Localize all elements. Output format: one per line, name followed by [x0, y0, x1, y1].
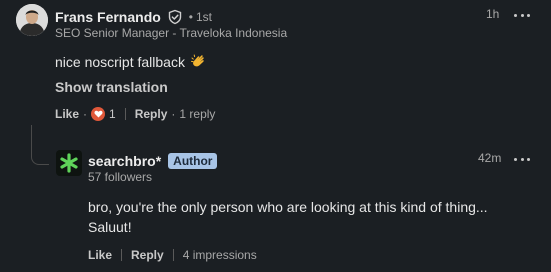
author-headline: SEO Senior Manager - Traveloka Indonesia — [55, 26, 288, 40]
author-badge: Author — [168, 153, 218, 169]
comments-thread: Frans Fernando • 1st SEO Senior Manager … — [0, 0, 551, 272]
divider — [124, 108, 126, 120]
more-options-icon[interactable] — [514, 10, 530, 20]
reply-timestamp: 42m — [478, 151, 502, 165]
reaction-count[interactable]: 1 — [109, 107, 116, 121]
connection-degree: 1st — [196, 10, 213, 24]
comment-actions: Like · 1 Reply · 1 reply — [55, 105, 215, 123]
show-translation-button[interactable]: Show translation — [55, 79, 168, 95]
thread-connector — [31, 125, 49, 165]
replies-count[interactable]: 1 reply — [179, 107, 215, 121]
reply-text: bro, you're the only person who are look… — [88, 199, 488, 235]
separator-dot: · — [83, 107, 88, 121]
verified-icon — [167, 9, 183, 25]
reply-avatar[interactable] — [56, 150, 82, 176]
reply-actions: Like Reply 4 impressions — [88, 246, 257, 264]
divider — [121, 249, 123, 261]
degree-separator: • — [188, 10, 193, 24]
like-button[interactable]: Like — [55, 107, 79, 121]
impressions-count[interactable]: 4 impressions — [183, 248, 257, 262]
reply-author-name[interactable]: searchbro* — [88, 153, 161, 169]
more-options-icon[interactable] — [514, 154, 530, 164]
reply-button[interactable]: Reply — [135, 107, 168, 121]
profile-photo — [16, 4, 48, 36]
green-asterisk-logo-icon — [60, 153, 78, 173]
comment-timestamp: 1h — [486, 7, 500, 21]
divider — [172, 249, 174, 261]
comment-text: nice noscript fallback — [55, 53, 185, 70]
reply-button[interactable]: Reply — [131, 248, 164, 262]
avatar[interactable] — [16, 4, 48, 36]
comment-body: nice noscript fallback — [55, 53, 207, 70]
comment-author-line: Frans Fernando • 1st — [55, 7, 212, 27]
author-name[interactable]: Frans Fernando — [55, 9, 161, 25]
followers-count: 57 followers — [88, 170, 153, 184]
separator-dot: · — [171, 107, 176, 121]
reply-author-line: searchbro* Author — [88, 151, 218, 171]
clapping-hands-icon — [190, 53, 207, 70]
like-button[interactable]: Like — [88, 248, 112, 262]
love-reaction-icon[interactable] — [91, 107, 106, 121]
